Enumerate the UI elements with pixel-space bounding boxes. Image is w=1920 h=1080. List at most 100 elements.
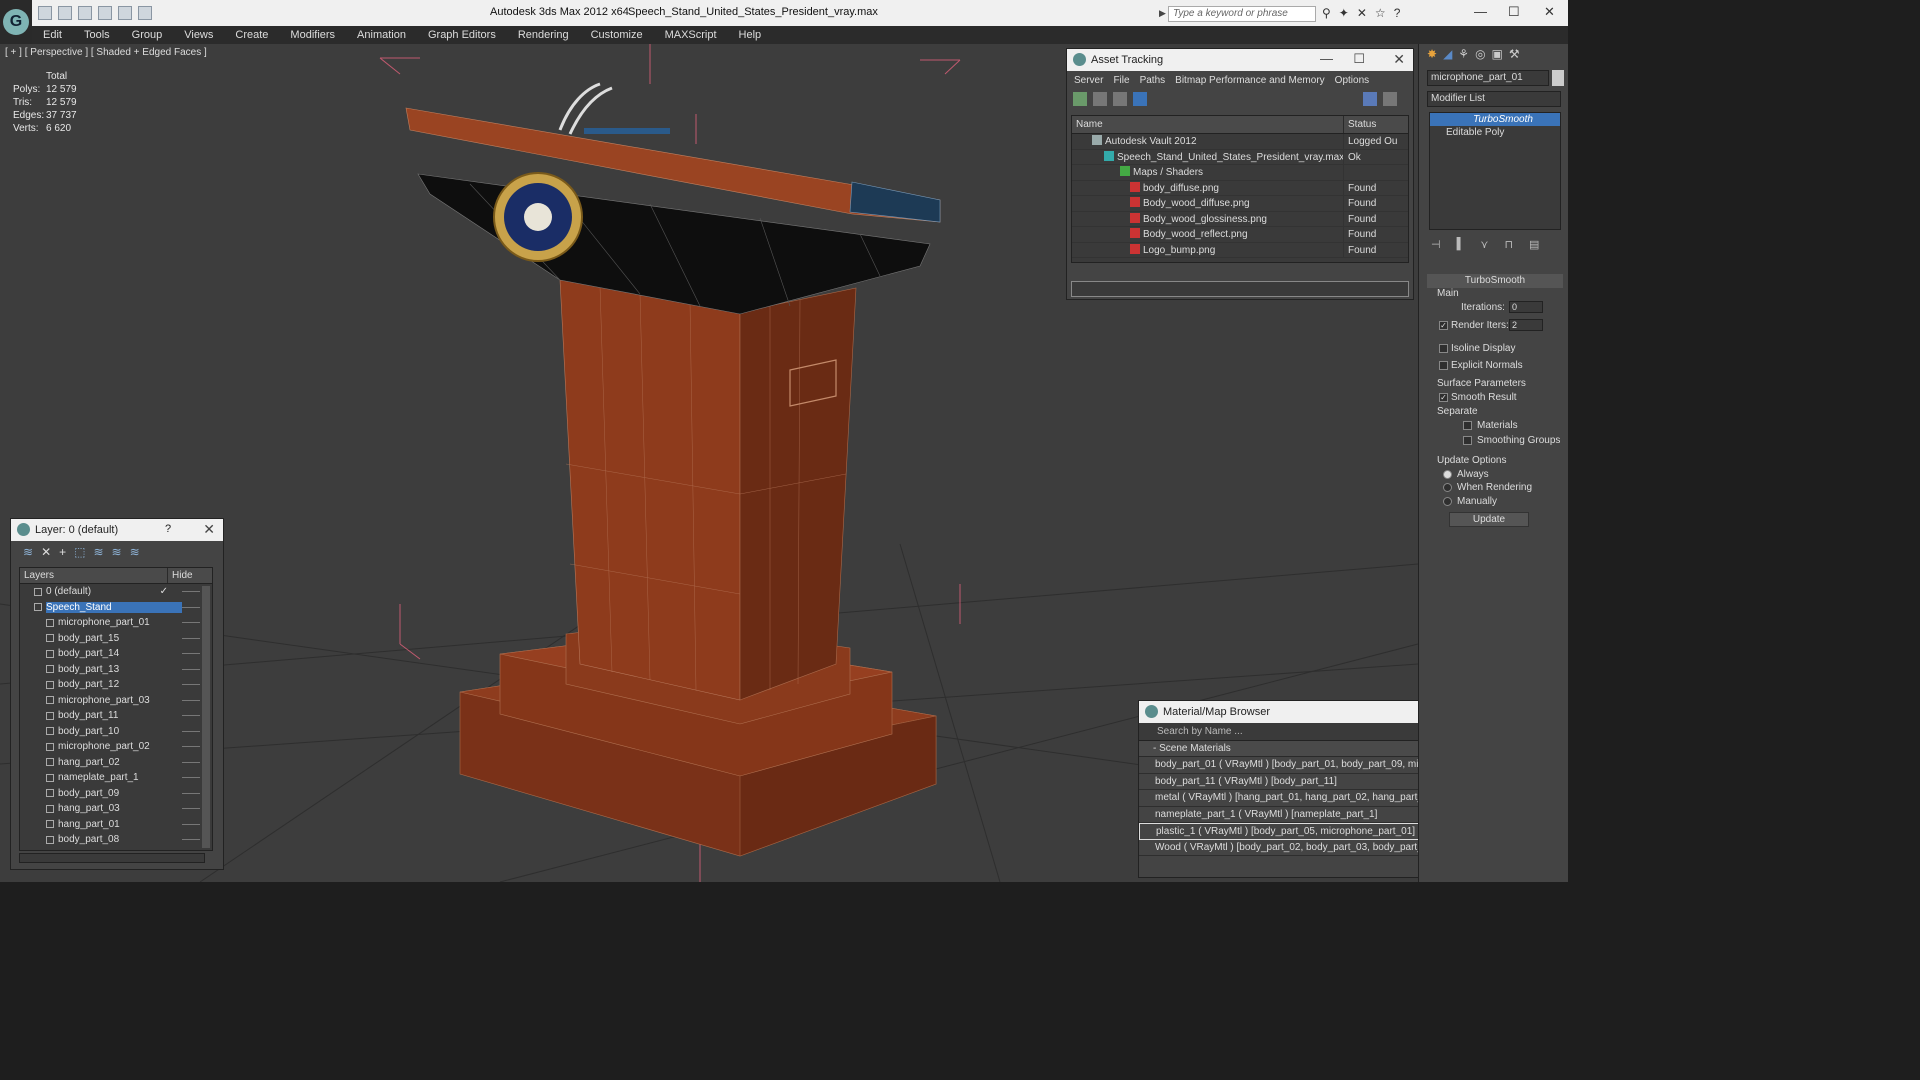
hide-toggle[interactable] — [182, 777, 200, 779]
layer-row[interactable]: hang_part_03 — [20, 801, 212, 817]
explicit-normals-checkbox[interactable] — [1439, 361, 1448, 370]
keyword-search-input[interactable]: Type a keyword or phrase — [1168, 6, 1316, 22]
always-radio[interactable] — [1443, 470, 1452, 479]
active-layer-check-icon[interactable]: ✓ — [160, 586, 168, 597]
smoothing-groups-checkbox[interactable] — [1463, 436, 1472, 445]
freeze-all-icon[interactable]: ≋ — [130, 545, 140, 559]
menu-rendering[interactable]: Rendering — [507, 29, 580, 41]
highlight-layer-icon[interactable]: ≋ — [93, 545, 103, 559]
asset-menu-paths[interactable]: Paths — [1137, 75, 1169, 86]
layer-row[interactable]: 0 (default) ✓ — [20, 584, 212, 600]
subscription-icon[interactable]: ✦ — [1339, 6, 1349, 20]
save-icon[interactable] — [58, 6, 72, 20]
stack-item-turbosmooth[interactable]: TurboSmooth — [1430, 113, 1560, 126]
layer-row[interactable]: hang_part_01 — [20, 817, 212, 833]
col-status[interactable]: Status — [1344, 116, 1376, 133]
display-tab-icon[interactable]: ▣ — [1492, 47, 1503, 61]
col-layers[interactable]: Layers — [20, 568, 168, 583]
menu-create[interactable]: Create — [224, 29, 279, 41]
show-end-result-icon[interactable]: ▌ — [1457, 238, 1465, 251]
stack-item-editable-poly[interactable]: Editable Poly — [1430, 126, 1560, 139]
modifier-list-dropdown[interactable]: Modifier List — [1427, 91, 1561, 107]
asset-row[interactable]: Maps / Shaders — [1072, 165, 1408, 181]
hide-toggle[interactable] — [182, 591, 200, 593]
col-hide[interactable]: Hide — [168, 568, 193, 583]
asset-minimize-icon[interactable]: — — [1320, 51, 1333, 66]
delete-layer-icon[interactable]: ✕ — [41, 545, 51, 559]
asset-row[interactable]: Autodesk Vault 2012 Logged Ou — [1072, 134, 1408, 150]
asset-menu-bitmap[interactable]: Bitmap Performance and Memory — [1172, 75, 1328, 86]
hide-toggle[interactable] — [182, 622, 200, 624]
hide-toggle[interactable] — [182, 808, 200, 810]
layer-row[interactable]: Speech_Stand — [20, 600, 212, 616]
hide-toggle[interactable] — [182, 746, 200, 748]
help-icon[interactable]: ? — [1394, 6, 1401, 20]
iterations-spinner[interactable]: 0 — [1509, 301, 1543, 313]
hide-toggle[interactable] — [182, 653, 200, 655]
hide-toggle[interactable] — [182, 699, 200, 701]
fetch-icon[interactable] — [138, 6, 152, 20]
table-view-icon[interactable] — [1133, 92, 1147, 106]
asset-close-icon[interactable]: ✕ — [1393, 51, 1405, 68]
when-rendering-radio[interactable] — [1443, 483, 1452, 492]
create-layer-icon[interactable]: ≋ — [23, 545, 33, 559]
update-button[interactable]: Update — [1449, 512, 1529, 527]
hide-toggle[interactable] — [182, 839, 200, 841]
asset-settings-icon[interactable] — [1383, 92, 1397, 106]
asset-maximize-icon[interactable]: ☐ — [1353, 51, 1365, 67]
layer-row[interactable]: body_part_09 — [20, 786, 212, 802]
menu-customize[interactable]: Customize — [580, 29, 654, 41]
object-color-swatch[interactable] — [1552, 70, 1564, 86]
redo-icon[interactable] — [98, 6, 112, 20]
layer-row[interactable]: body_part_08 — [20, 832, 212, 848]
modify-tab-icon[interactable]: ◢ — [1443, 47, 1452, 61]
layer-row[interactable]: body_part_15 — [20, 631, 212, 647]
isoline-checkbox[interactable] — [1439, 344, 1448, 353]
menu-animation[interactable]: Animation — [346, 29, 417, 41]
layer-row[interactable]: microphone_part_02 — [20, 739, 212, 755]
asset-row[interactable]: Logo_bump.png Found — [1072, 242, 1408, 258]
communication-icon[interactable]: ✕ — [1357, 6, 1367, 20]
hide-toggle[interactable] — [182, 730, 200, 732]
col-name[interactable]: Name — [1072, 116, 1344, 133]
asset-menu-file[interactable]: File — [1110, 75, 1132, 86]
layer-row[interactable]: microphone_part_01 — [20, 615, 212, 631]
render-iters-spinner[interactable]: 2 — [1509, 319, 1543, 331]
hide-toggle[interactable] — [182, 761, 200, 763]
asset-row[interactable]: Body_wood_diffuse.png Found — [1072, 196, 1408, 212]
manually-radio[interactable] — [1443, 497, 1452, 506]
smooth-result-checkbox[interactable]: ✓ — [1439, 393, 1448, 402]
layer-hscrollbar[interactable] — [19, 853, 205, 863]
menu-views[interactable]: Views — [173, 29, 224, 41]
close-icon[interactable]: ✕ — [1544, 4, 1555, 20]
asset-row[interactable]: body_diffuse.png Found — [1072, 180, 1408, 196]
asset-row[interactable]: Body_wood_glossiness.png Found — [1072, 211, 1408, 227]
favorites-star-icon[interactable]: ☆ — [1375, 6, 1386, 20]
layer-row[interactable]: body_part_13 — [20, 662, 212, 678]
hide-toggle[interactable] — [182, 792, 200, 794]
layer-scrollbar[interactable] — [202, 586, 210, 848]
menu-group[interactable]: Group — [121, 29, 174, 41]
layer-row[interactable]: nameplate_part_1 — [20, 770, 212, 786]
layer-help-icon[interactable]: ? — [165, 523, 171, 535]
asset-path-field[interactable] — [1071, 281, 1409, 297]
viewport-label[interactable]: [ + ] [ Perspective ] [ Shaded + Edged F… — [5, 47, 207, 58]
hierarchy-tab-icon[interactable]: ⚘ — [1458, 47, 1469, 61]
motion-tab-icon[interactable]: ◎ — [1475, 47, 1485, 61]
hide-toggle[interactable] — [182, 715, 200, 717]
object-name-field[interactable]: microphone_part_01 — [1427, 70, 1549, 86]
list-view-icon[interactable] — [1093, 92, 1107, 106]
menu-modifiers[interactable]: Modifiers — [279, 29, 346, 41]
asset-menu-server[interactable]: Server — [1071, 75, 1106, 86]
layer-row[interactable]: body_part_14 — [20, 646, 212, 662]
undo-icon[interactable] — [78, 6, 92, 20]
maximize-icon[interactable]: ☐ — [1508, 4, 1520, 20]
binoculars-icon[interactable]: ⚲ — [1322, 6, 1331, 20]
make-unique-icon[interactable]: ⋎ — [1480, 238, 1488, 251]
pin-stack-icon[interactable]: ⊣ — [1431, 238, 1441, 251]
materials-checkbox[interactable] — [1463, 421, 1472, 430]
layer-row[interactable]: body_part_12 — [20, 677, 212, 693]
hide-toggle[interactable] — [182, 823, 200, 825]
menu-edit[interactable]: Edit — [32, 29, 73, 41]
remove-modifier-icon[interactable]: ⊓ — [1504, 238, 1513, 251]
